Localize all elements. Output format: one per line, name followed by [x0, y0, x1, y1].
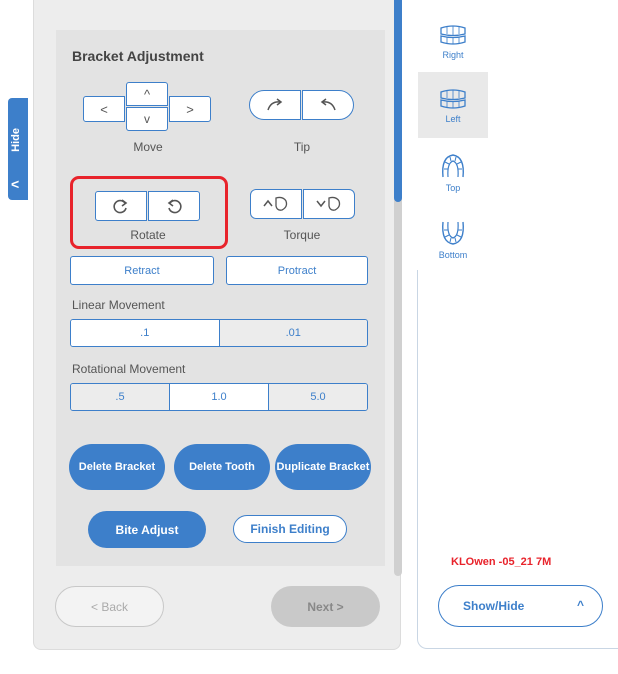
linear-option-0.01[interactable]: .01 — [218, 320, 367, 346]
rotate-clockwise-icon — [113, 199, 128, 214]
tip-clockwise-button[interactable] — [249, 90, 301, 120]
chevron-down-icon: v — [144, 112, 150, 126]
delete-tooth-button[interactable]: Delete Tooth — [174, 444, 270, 490]
view-bottom-label: Bottom — [438, 250, 468, 260]
bite-adjust-button[interactable]: Bite Adjust — [88, 511, 206, 548]
torque-up-button[interactable] — [250, 189, 302, 219]
duplicate-bracket-button[interactable]: Duplicate Bracket — [275, 444, 371, 490]
app-root: Hide < Bracket Adjustment < ^ v > Move T… — [0, 0, 618, 674]
chevron-up-icon: ^ — [143, 86, 151, 102]
teeth-left-icon — [440, 89, 466, 109]
linear-movement-label: Linear Movement — [72, 298, 165, 312]
chevron-up-icon: ^ — [576, 598, 584, 612]
view-left-label: Left — [445, 114, 461, 124]
finish-editing-button[interactable]: Finish Editing — [233, 515, 347, 543]
teeth-bottom-icon — [442, 221, 464, 245]
move-up-button[interactable]: ^ — [126, 82, 168, 106]
rotational-movement-selector: .5 1.0 5.0 — [70, 383, 368, 411]
hide-tab-label: Hide — [10, 128, 22, 152]
rotate-clockwise-button[interactable] — [95, 191, 147, 221]
move-down-button[interactable]: v — [126, 107, 168, 131]
chevron-right-icon: > — [186, 101, 194, 117]
view-right-label: Right — [442, 50, 464, 60]
tip-counterclockwise-button[interactable] — [302, 90, 354, 120]
rotational-movement-label: Rotational Movement — [72, 362, 186, 376]
rotational-option-0.5[interactable]: .5 — [71, 384, 169, 410]
patient-label: KLOwen -05_21 7M — [451, 556, 552, 568]
rotate-ccw-arrow-icon — [320, 98, 336, 111]
rotate-counterclockwise-icon — [167, 199, 182, 214]
protract-button[interactable]: Protract — [226, 256, 368, 285]
rotate-counterclockwise-button[interactable] — [148, 191, 200, 221]
torque-up-tooth-icon — [263, 196, 288, 211]
move-right-button[interactable]: > — [169, 96, 211, 122]
back-button[interactable]: < Back — [55, 586, 164, 627]
tip-label: Tip — [293, 140, 311, 154]
rotate-cw-arrow-icon — [267, 98, 283, 111]
view-right-button[interactable]: Right — [418, 8, 488, 74]
view-bottom-button[interactable]: Bottom — [418, 206, 488, 272]
move-label: Move — [133, 140, 163, 154]
linear-option-0.1[interactable]: .1 — [71, 320, 219, 346]
linear-movement-selector: .1 .01 — [70, 319, 368, 347]
move-left-button[interactable]: < — [83, 96, 125, 122]
hide-panel-tab[interactable]: Hide < — [8, 98, 28, 200]
view-left-button[interactable]: Left — [418, 72, 488, 138]
scrollbar-thumb[interactable] — [394, 0, 402, 202]
delete-bracket-button[interactable]: Delete Bracket — [69, 444, 165, 490]
torque-down-button[interactable] — [303, 189, 355, 219]
rotate-label: Rotate — [130, 228, 166, 242]
chevron-left-icon: < — [11, 176, 20, 192]
show-hide-label: Show/Hide — [463, 599, 525, 613]
teeth-right-icon — [440, 25, 466, 45]
retract-button[interactable]: Retract — [70, 256, 214, 285]
view-top-label: Top — [445, 183, 461, 193]
chevron-left-icon: < — [100, 101, 108, 117]
torque-down-tooth-icon — [316, 196, 341, 211]
rotational-option-1.0[interactable]: 1.0 — [169, 384, 268, 410]
torque-label: Torque — [283, 228, 321, 242]
next-button[interactable]: Next > — [271, 586, 380, 627]
show-hide-button[interactable]: Show/Hide ^ — [438, 585, 603, 627]
rotational-option-5.0[interactable]: 5.0 — [268, 384, 367, 410]
section-title: Bracket Adjustment — [72, 48, 204, 64]
teeth-top-icon — [442, 154, 464, 178]
view-top-button[interactable]: Top — [418, 139, 488, 205]
